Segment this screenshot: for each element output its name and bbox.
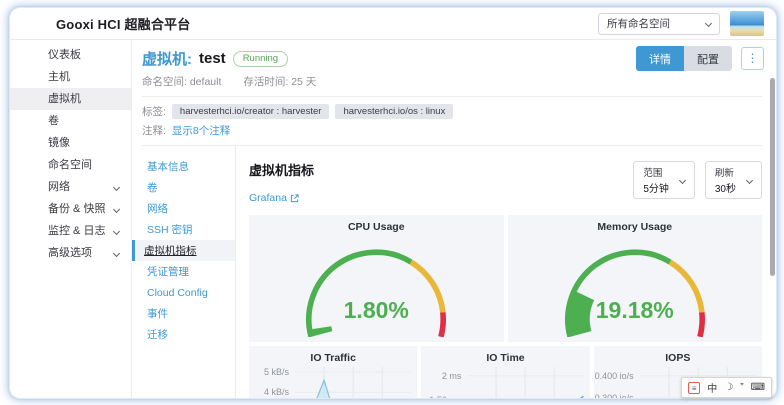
namespace-filter-value: 所有命名空间 <box>607 16 670 31</box>
sidebar-item-networks[interactable]: 网络 <box>10 176 131 198</box>
label-tag: harvesterhci.io/os : linux <box>335 104 453 119</box>
detail-tabs: 基本信息 卷 网络 SSH 密钥 虚拟机指标 凭证管理 Cloud Config… <box>132 146 236 398</box>
divider <box>142 96 762 97</box>
y-axis-labels: 2 ms1.50 ms1 ms <box>421 367 467 398</box>
app-window: Gooxi HCI 超融合平台 所有命名空间 仪表板 主机 虚拟机 卷 镜像 命… <box>10 8 776 398</box>
age-meta: 存活时间: 25 天 <box>243 74 316 89</box>
user-avatar[interactable] <box>730 11 764 36</box>
tab-volumes[interactable]: 卷 <box>132 177 235 198</box>
chevron-down-icon <box>679 176 686 183</box>
sidebar: 仪表板 主机 虚拟机 卷 镜像 命名空间 网络 备份 & 快照 监控 & 日志 … <box>10 40 132 398</box>
range-select[interactable]: 范围 5分钟 <box>633 161 695 199</box>
chevron-down-icon <box>113 227 120 234</box>
chevron-down-icon <box>113 183 120 190</box>
namespace-meta: 命名空间: default <box>142 74 221 89</box>
main-content: 虚拟机: test Running 详情 配置 ⋮ 命名空间: default … <box>132 40 776 398</box>
status-badge: Running <box>233 51 288 67</box>
tab-events[interactable]: 事件 <box>132 303 235 324</box>
chevron-down-icon <box>746 176 753 183</box>
y-axis-labels: 0.400 io/s0.300 io/s0.200 io/s <box>594 367 640 398</box>
sidebar-item-backup-snapshot[interactable]: 备份 & 快照 <box>10 198 131 220</box>
sidebar-item-volumes[interactable]: 卷 <box>10 110 131 132</box>
cpu-usage-gauge: CPU Usage 1.80% <box>249 215 504 342</box>
io-time-chart: IO Time 2 ms1.50 ms1 ms <box>421 346 589 398</box>
sidebar-item-namespaces[interactable]: 命名空间 <box>10 154 131 176</box>
ime-logo-icon[interactable]: ≡ <box>688 382 700 394</box>
tab-vm-metrics[interactable]: 虚拟机指标 <box>132 240 235 261</box>
sidebar-item-virtual-machines[interactable]: 虚拟机 <box>10 88 131 110</box>
tab-cloud-config[interactable]: Cloud Config <box>132 282 235 303</box>
ime-chinese-mode-icon[interactable]: 中 <box>707 380 717 395</box>
sidebar-item-hosts[interactable]: 主机 <box>10 66 131 88</box>
resource-type-label: 虚拟机: <box>142 48 192 69</box>
grafana-link[interactable]: Grafana <box>249 192 299 204</box>
chevron-down-icon <box>113 205 120 212</box>
tab-basics[interactable]: 基本信息 <box>132 156 235 177</box>
tab-ssh-keys[interactable]: SSH 密钥 <box>132 219 235 240</box>
ime-fullwidth-icon[interactable]: ☽ <box>724 382 733 393</box>
ime-keyboard-icon[interactable]: ⌨ <box>751 382 765 393</box>
sidebar-item-dashboard[interactable]: 仪表板 <box>10 44 131 66</box>
y-axis-labels: 5 kB/s4 kB/s3 kB/s <box>249 367 295 398</box>
more-actions-button[interactable]: ⋮ <box>741 47 764 70</box>
labels-label: 标签: <box>142 104 166 119</box>
chevron-down-icon <box>705 20 712 27</box>
refresh-select[interactable]: 刷新 30秒 <box>705 161 762 199</box>
tab-networks[interactable]: 网络 <box>132 198 235 219</box>
scrollbar[interactable] <box>770 78 775 276</box>
app-title: Gooxi HCI 超融合平台 <box>56 14 190 33</box>
namespace-filter-select[interactable]: 所有命名空间 <box>598 13 720 35</box>
ime-punctuation-icon[interactable]: ” <box>740 382 743 393</box>
tab-migration[interactable]: 迁移 <box>132 324 235 345</box>
sidebar-item-monitoring-logs[interactable]: 监控 & 日志 <box>10 220 131 242</box>
details-button[interactable]: 详情 <box>636 46 684 71</box>
cpu-usage-value: 1.80% <box>249 297 504 324</box>
annotations-label: 注释: <box>142 123 166 138</box>
memory-usage-value: 19.18% <box>508 297 763 324</box>
tab-access-credentials[interactable]: 凭证管理 <box>132 261 235 282</box>
config-button[interactable]: 配置 <box>684 46 732 71</box>
show-annotations-link[interactable]: 显示8个注释 <box>172 123 230 138</box>
sidebar-item-images[interactable]: 镜像 <box>10 132 131 154</box>
ime-toolbar[interactable]: ≡ 中 ☽ ” ⌨ <box>681 377 772 398</box>
sidebar-item-advanced[interactable]: 高级选项 <box>10 242 131 264</box>
vm-metrics-panel: 虚拟机指标 范围 5分钟 刷新 30秒 <box>236 146 776 398</box>
label-tag: harvesterhci.io/creator : harvester <box>172 104 330 119</box>
io-traffic-chart: IO Traffic 5 kB/s4 kB/s3 kB/s <box>249 346 417 398</box>
chevron-down-icon <box>113 249 120 256</box>
top-bar: Gooxi HCI 超融合平台 所有命名空间 <box>10 8 776 40</box>
memory-usage-gauge: Memory Usage 19.18% <box>508 215 763 342</box>
metrics-dashboard: CPU Usage 1.80% Memory Usage 19.18% <box>249 215 762 398</box>
external-link-icon <box>290 194 299 203</box>
vm-name: test <box>199 50 226 67</box>
